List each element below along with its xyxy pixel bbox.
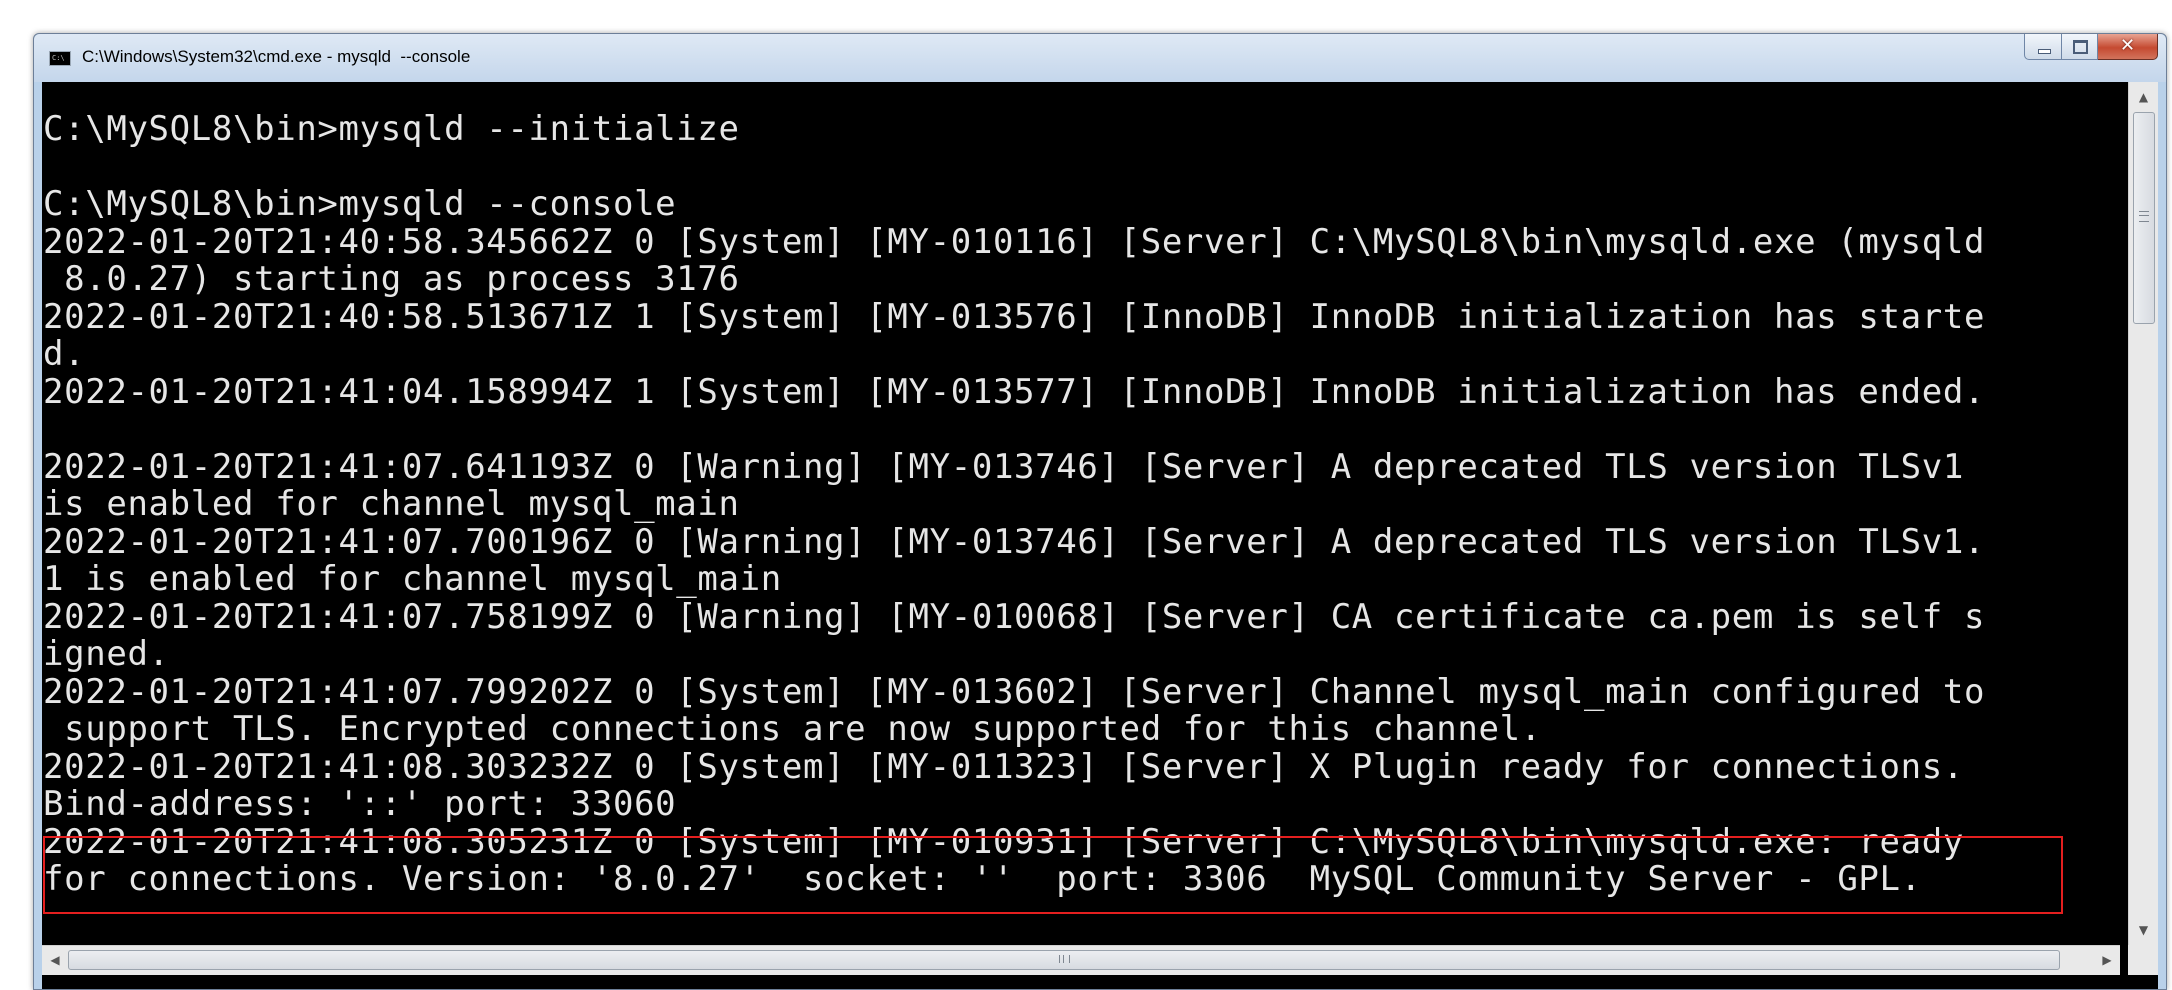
horizontal-scroll-thumb[interactable] [68,950,2060,970]
console-line: 2022-01-20T21:41:07.700196Z 0 [Warning] … [43,521,1986,562]
minimize-icon [2038,49,2051,54]
close-icon: ✕ [2119,35,2136,56]
console-line: 2022-01-20T21:41:04.158994Z 1 [System] [… [43,371,1986,412]
console-output[interactable]: C:\MySQL8\bin>mysqld --initialize C:\MyS… [42,82,2120,945]
console-line: igned. [43,634,170,674]
title-bar[interactable]: C:\ C:\Windows\System32\cmd.exe - mysqld… [34,34,2166,82]
console-line: C:\MySQL8\bin>mysqld --console [43,184,677,224]
vertical-scroll-thumb[interactable] [2133,112,2155,324]
horizontal-scrollbar[interactable]: ◀ ▶ [42,945,2120,975]
console-line: 1 is enabled for channel mysql_main [43,559,782,599]
scroll-left-icon[interactable]: ◀ [42,946,68,974]
ready-message-highlight [43,836,2063,914]
minimize-button[interactable] [2024,34,2062,60]
console-line: d. [43,334,86,374]
console-line: 2022-01-20T21:41:08.303232Z 0 [System] [… [43,746,1964,787]
console-line: Bind-address: '::' port: 33060 [43,784,677,824]
console-line: 8.0.27) starting as process 3176 [43,259,740,299]
console-line: 2022-01-20T21:41:07.799202Z 0 [System] [… [43,671,1986,712]
console-line: 2022-01-20T21:40:58.345662Z 0 [System] [… [43,221,1986,262]
console-text: C:\MySQL8\bin>mysqld --initialize C:\MyS… [43,109,1986,899]
console-line: is enabled for channel mysql_main [43,484,740,524]
console-line: 2022-01-20T21:40:58.513671Z 1 [System] [… [43,296,1986,337]
maximize-icon [2073,40,2088,54]
console-line: support TLS. Encrypted connections are n… [43,709,1542,749]
thumb-grip-icon [1059,955,1070,963]
close-button[interactable]: ✕ [2098,34,2158,60]
thumb-grip-icon [2139,211,2149,222]
client-area: C:\MySQL8\bin>mysqld --initialize C:\MyS… [42,82,2158,989]
scrollbar-corner [2128,945,2158,975]
vertical-scrollbar[interactable]: ▲ ▼ [2128,82,2158,945]
cmd-icon[interactable]: C:\ [49,51,71,66]
scroll-down-icon[interactable]: ▼ [2129,915,2158,945]
window-title: C:\Windows\System32\cmd.exe - mysqld --c… [82,47,471,66]
console-line: C:\MySQL8\bin>mysqld --initialize [43,109,740,149]
scroll-up-icon[interactable]: ▲ [2129,82,2158,112]
caption-buttons: ✕ [2024,34,2158,64]
console-line: 2022-01-20T21:41:07.758199Z 0 [Warning] … [43,596,1986,637]
cmd-window: C:\ C:\Windows\System32\cmd.exe - mysqld… [33,33,2167,990]
scroll-right-icon[interactable]: ▶ [2094,946,2120,974]
maximize-button[interactable] [2062,34,2098,60]
console-line: 2022-01-20T21:41:07.641193Z 0 [Warning] … [43,446,1964,487]
